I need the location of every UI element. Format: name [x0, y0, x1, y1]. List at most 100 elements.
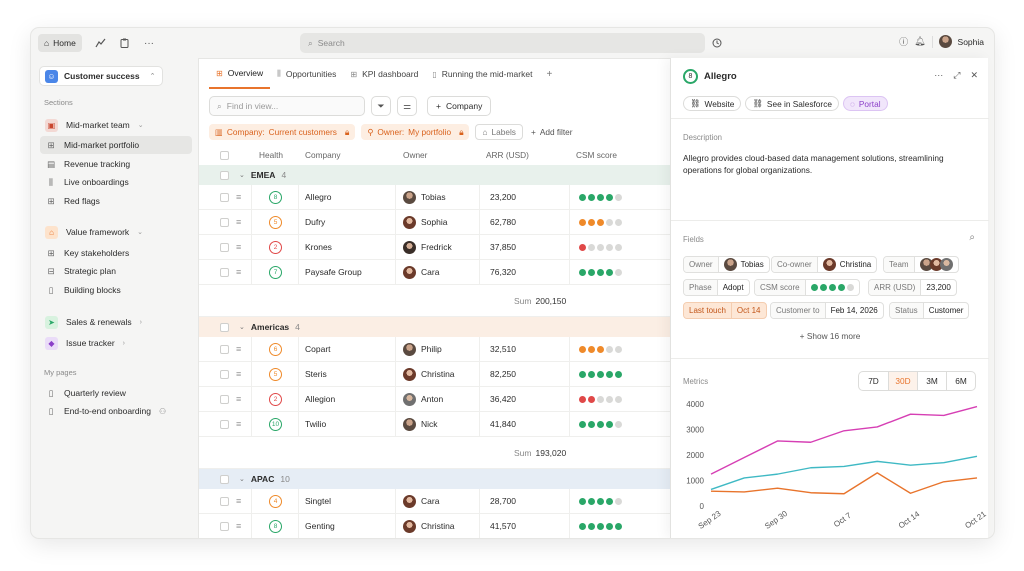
company-cell[interactable]: Dufry	[305, 210, 325, 234]
column-header-arr[interactable]: ARR (USD)	[486, 145, 529, 165]
owner-cell[interactable]: Nick	[403, 412, 438, 436]
arr-cell[interactable]: 32,510	[490, 337, 516, 361]
range-7d[interactable]: 7D	[859, 372, 888, 390]
csm-score-cell[interactable]	[579, 489, 622, 513]
arr-cell[interactable]: 28,700	[490, 489, 516, 513]
sidebar-item-end-to-end-onboarding[interactable]: ▯ End-to-end onboarding ⚇	[40, 402, 192, 420]
clock-icon[interactable]	[710, 36, 724, 50]
group-header[interactable]: ⌄ APAC 10	[199, 469, 671, 489]
settings-button[interactable]: ⚌	[397, 96, 417, 116]
clipboard-icon[interactable]	[117, 36, 131, 50]
table-row[interactable]: ≡ 10 Twilio Nick 41,840	[199, 412, 671, 437]
csm-score-cell[interactable]	[579, 514, 622, 538]
portal-link[interactable]: ◌ Portal	[842, 96, 888, 111]
arr-cell[interactable]: 41,840	[490, 412, 516, 436]
field-customer-to[interactable]: Customer to Feb 14, 2026	[770, 302, 884, 319]
table-row[interactable]: ≡ 5 Steris Christina 82,250	[199, 362, 671, 387]
csm-score-cell[interactable]	[579, 185, 622, 209]
column-header-owner[interactable]: Owner	[403, 145, 427, 165]
add-filter-button[interactable]: + Add filter	[531, 127, 573, 137]
company-cell[interactable]: Krones	[305, 235, 332, 259]
field-co-owner[interactable]: Co-owner Christina	[771, 256, 878, 273]
drag-handle-icon[interactable]: ≡	[236, 260, 241, 284]
filter-chip-company[interactable]: ▥ Company: Current customers 🔒︎	[209, 124, 356, 140]
range-3m[interactable]: 3M	[917, 372, 946, 390]
sidebar-item-live-onboardings[interactable]: ⫼ Live onboardings	[40, 173, 192, 191]
owner-cell[interactable]: Cara	[403, 260, 439, 284]
select-all-checkbox[interactable]	[220, 145, 229, 165]
drag-handle-icon[interactable]: ≡	[236, 387, 241, 411]
row-checkbox[interactable]	[220, 337, 229, 361]
field-status[interactable]: Status Customer	[889, 302, 970, 319]
owner-cell[interactable]: Anton	[403, 387, 443, 411]
sidebar-item-sales-renewals[interactable]: ➤ Sales & renewals ›	[40, 313, 192, 331]
group-checkbox[interactable]	[220, 474, 229, 484]
filter-chip-owner[interactable]: ⚲ Owner: My portfolio 🔒︎	[361, 124, 470, 140]
group-header[interactable]: ⌄ EMEA 4	[199, 165, 671, 185]
drag-handle-icon[interactable]: ≡	[236, 514, 241, 538]
owner-cell[interactable]: Sophia	[403, 210, 447, 234]
owner-cell[interactable]: Tobias	[403, 185, 446, 209]
row-checkbox[interactable]	[220, 387, 229, 411]
search-icon[interactable]: ⌕	[969, 232, 975, 243]
owner-cell[interactable]: Fredrick	[403, 235, 452, 259]
bell-icon[interactable]: 🔔︎	[914, 36, 925, 47]
range-30d[interactable]: 30D	[888, 372, 917, 390]
group-checkbox[interactable]	[220, 322, 229, 332]
owner-cell[interactable]: Cara	[403, 489, 439, 513]
company-cell[interactable]: Allegion	[305, 387, 335, 411]
arr-cell[interactable]: 36,420	[490, 387, 516, 411]
csm-score-cell[interactable]	[579, 337, 622, 361]
company-cell[interactable]: Singtel	[305, 489, 331, 513]
field-phase[interactable]: Phase Adopt	[683, 279, 750, 296]
field-team[interactable]: Team	[883, 256, 959, 273]
sidebar-group-mid-market-team[interactable]: ▣ Mid-market team ⌄	[40, 116, 192, 134]
field-csm-score[interactable]: CSM score	[754, 279, 860, 296]
row-checkbox[interactable]	[220, 362, 229, 386]
arr-cell[interactable]: 76,320	[490, 260, 516, 284]
group-header[interactable]: ⌄ Americas 4	[199, 317, 671, 337]
drag-handle-icon[interactable]: ≡	[236, 185, 241, 209]
website-link[interactable]: ⛓ Website	[683, 96, 742, 111]
company-cell[interactable]: Copart	[305, 337, 331, 361]
table-row[interactable]: ≡ 2 Allegion Anton 36,420	[199, 387, 671, 412]
row-checkbox[interactable]	[220, 412, 229, 436]
table-row[interactable]: ≡ 2 Krones Fredrick 37,850	[199, 235, 671, 260]
drag-handle-icon[interactable]: ≡	[236, 489, 241, 513]
sidebar-item-mid-market-portfolio[interactable]: ⊞ Mid-market portfolio	[40, 136, 192, 154]
sidebar-item-strategic-plan[interactable]: ⊟ Strategic plan	[40, 262, 192, 280]
sidebar-item-revenue-tracking[interactable]: ▤ Revenue tracking	[40, 155, 192, 173]
tab-opportunities[interactable]: ⫼ Opportunities	[270, 59, 343, 89]
user-name[interactable]: Sophia	[958, 37, 984, 47]
drag-handle-icon[interactable]: ≡	[236, 362, 241, 386]
csm-score-cell[interactable]	[579, 235, 622, 259]
home-button[interactable]: ⌂ Home	[38, 34, 82, 52]
csm-score-cell[interactable]	[579, 387, 622, 411]
column-header-company[interactable]: Company	[305, 145, 341, 165]
company-cell[interactable]: Twilio	[305, 412, 326, 436]
row-checkbox[interactable]	[220, 235, 229, 259]
arr-cell[interactable]: 41,570	[490, 514, 516, 538]
tab-running-mid-market[interactable]: ▯ Running the mid-market	[425, 59, 539, 89]
csm-score-cell[interactable]	[579, 412, 622, 436]
add-company-button[interactable]: + Company	[427, 96, 492, 116]
filter-chip-labels[interactable]: ⌂ Labels	[475, 124, 523, 140]
company-cell[interactable]: Steris	[305, 362, 327, 386]
field-last-touch[interactable]: Last touch Oct 14	[683, 302, 767, 319]
drag-handle-icon[interactable]: ≡	[236, 412, 241, 436]
show-more-button[interactable]: + Show 16 more	[671, 331, 989, 341]
sidebar-item-key-stakeholders[interactable]: ⊞ Key stakeholders	[40, 244, 192, 262]
search-bar[interactable]: ⌕ Search	[300, 33, 705, 53]
arr-cell[interactable]: 82,250	[490, 362, 516, 386]
more-icon[interactable]: ···	[934, 70, 943, 81]
more-icon[interactable]: ···	[142, 36, 156, 50]
chart-icon[interactable]	[93, 36, 107, 50]
table-row[interactable]: ≡ 6 Copart Philip 32,510	[199, 337, 671, 362]
help-icon[interactable]: ⓘ	[899, 35, 908, 48]
find-in-view-input[interactable]: ⌕ Find in view...	[209, 96, 365, 116]
close-icon[interactable]: ✕	[970, 70, 978, 81]
tab-kpi-dashboard[interactable]: ⊞ KPI dashboard	[343, 59, 425, 89]
arr-cell[interactable]: 23,200	[490, 185, 516, 209]
drag-handle-icon[interactable]: ≡	[236, 337, 241, 361]
row-checkbox[interactable]	[220, 489, 229, 513]
